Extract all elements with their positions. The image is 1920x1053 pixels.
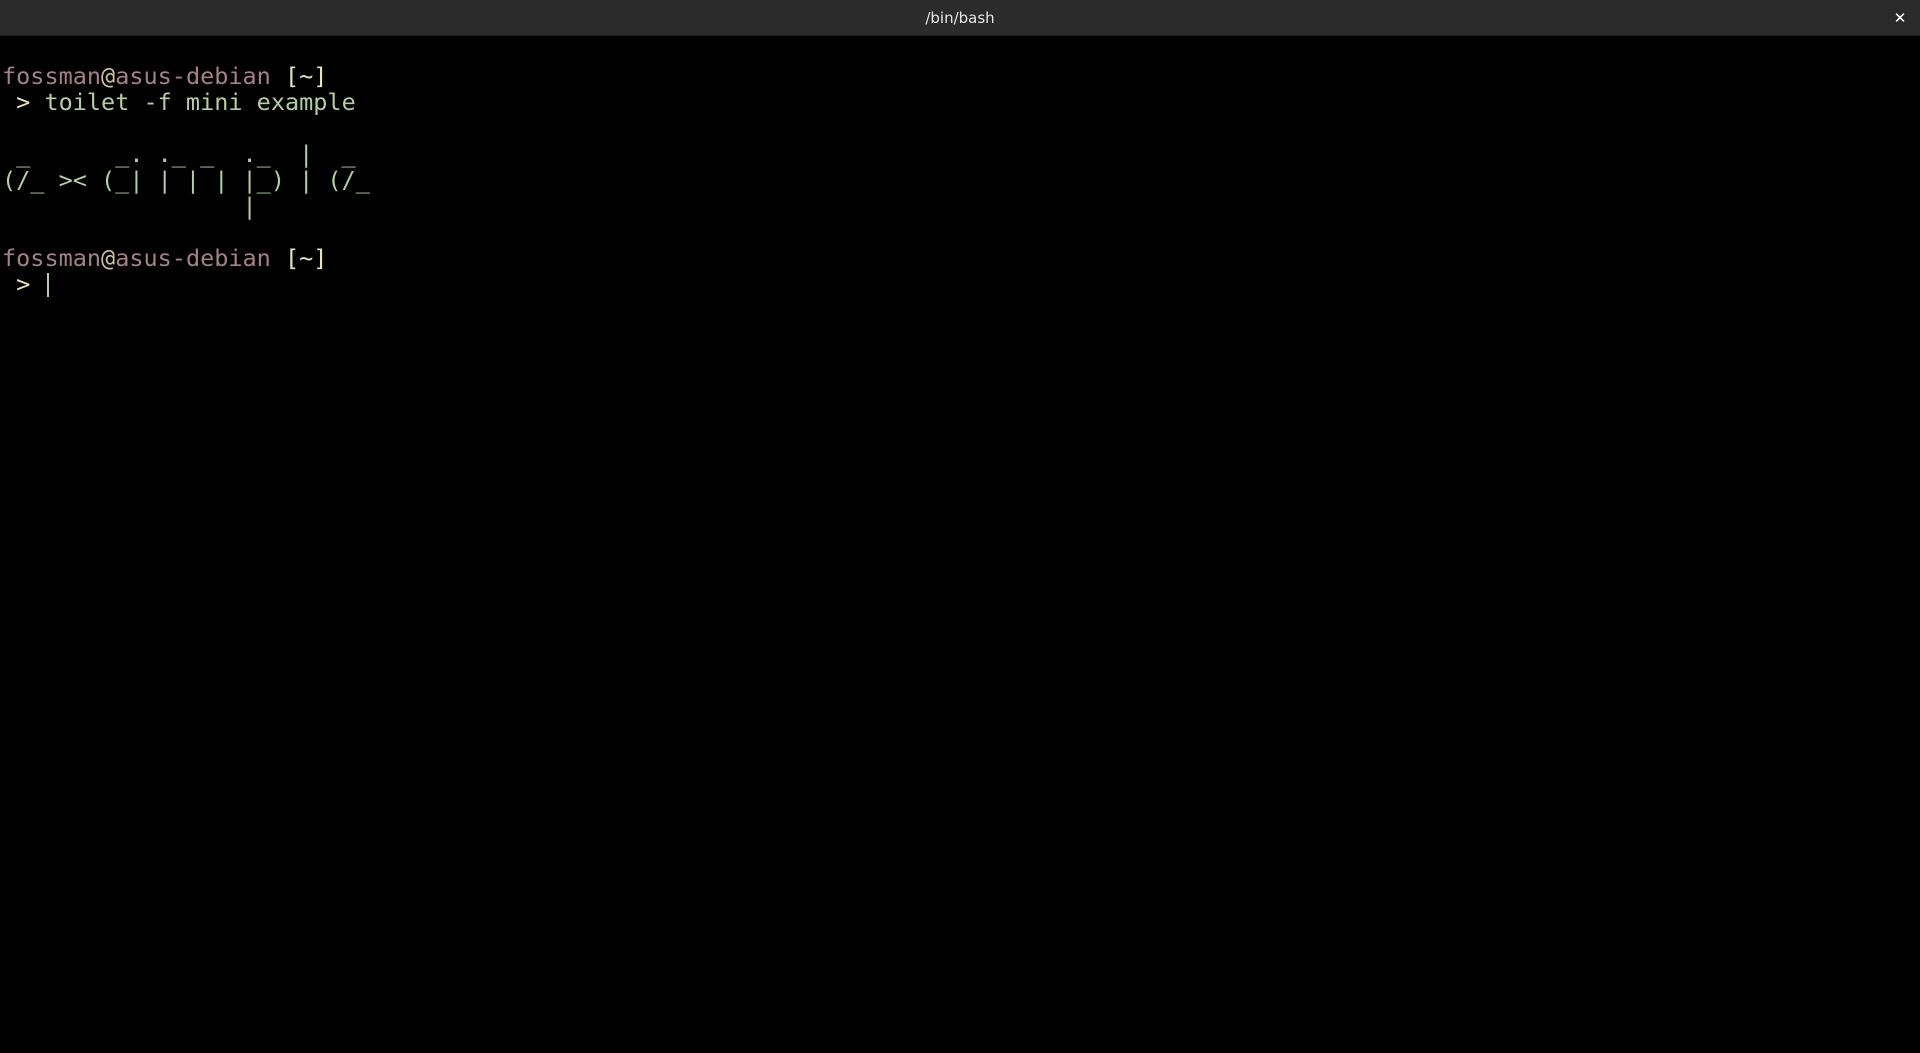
close-button[interactable]: ✕ [1888,6,1912,30]
prompt-line: fossman@asus-debian [~] [2,63,1920,89]
prompt-cwd: [~] [270,62,328,90]
prompt-arrow: > [2,270,45,298]
input-line[interactable]: > [2,271,1920,297]
text-cursor [47,273,50,297]
prompt-user: fossman [2,244,102,272]
prompt-host: asus-debian [115,62,271,90]
prompt-arrow: > [2,88,45,116]
prompt-cwd: [~] [270,244,328,272]
window-title: /bin/bash [925,9,995,27]
prompt-user: fossman [2,62,102,90]
terminal-area[interactable]: fossman@asus-debian [~] > toilet -f mini… [0,36,1920,1053]
prompt-host: asus-debian [115,244,271,272]
command-line: > toilet -f mini example [2,89,1920,115]
output-line: _ _. ._ _ ._ | _ [2,140,370,168]
window-titlebar: /bin/bash ✕ [0,0,1920,36]
output-line: (/_ >< (_| | | | |_) | (/_ [2,166,370,194]
prompt-at: @ [101,62,116,90]
close-icon: ✕ [1893,9,1907,27]
command-text: toilet -f mini example [44,88,356,116]
output-line: | [2,192,370,220]
prompt-at: @ [101,244,116,272]
prompt-line: fossman@asus-debian [~] [2,245,1920,271]
